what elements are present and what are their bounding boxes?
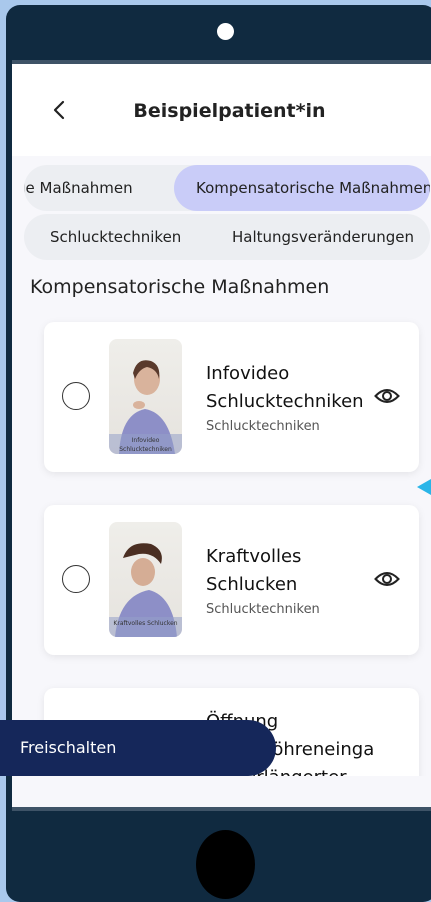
filter-chip-vorbereitende[interactable]: de Maßnahmen bbox=[24, 165, 166, 211]
filter-chip-label: Haltungsveränderungen bbox=[232, 228, 415, 246]
filter-chip-label: Schlucktechniken bbox=[50, 228, 182, 246]
filter-row-1[interactable]: de Maßnahmen Kompensatorische Maßnahmen bbox=[24, 165, 430, 211]
filter-row-2[interactable]: Schlucktechniken Haltungsveränderungen bbox=[24, 214, 430, 260]
app-header: Beispielpatient*in bbox=[12, 64, 431, 156]
card-title-line: Schlucken bbox=[206, 574, 298, 595]
filter-chip-haltungsveraenderungen[interactable]: Haltungsveränderungen bbox=[232, 214, 414, 260]
filter-chip-kompensatorische[interactable]: Kompensatorische Maßnahmen bbox=[174, 165, 430, 211]
exercise-card[interactable]: Infovideo Schlucktechniken Infovideo Sch… bbox=[44, 322, 419, 472]
eye-icon[interactable] bbox=[374, 569, 400, 589]
page-title: Beispielpatient*in bbox=[133, 100, 326, 122]
card-title: Kraftvolles Schlucken bbox=[206, 543, 376, 599]
filter-chip-schlucktechniken[interactable]: Schlucktechniken bbox=[50, 214, 181, 260]
select-radio[interactable] bbox=[62, 382, 90, 410]
card-title-line: Schlucktechniken bbox=[206, 391, 364, 412]
video-thumbnail[interactable]: Kraftvolles Schlucken bbox=[109, 522, 182, 637]
app-screen: Beispielpatient*in de Maßnahmen Kompensa… bbox=[12, 60, 431, 811]
camera-dot bbox=[217, 23, 234, 40]
card-title-line: Kraftvolles bbox=[206, 546, 302, 567]
section-title: Kompensatorische Maßnahmen bbox=[30, 276, 330, 298]
arrow-left-icon bbox=[417, 479, 431, 495]
filter-chip-label: de Maßnahmen bbox=[24, 179, 133, 197]
eye-icon[interactable] bbox=[374, 386, 400, 406]
card-category: Schlucktechniken bbox=[206, 602, 320, 617]
card-title: Infovideo Schlucktechniken bbox=[206, 360, 376, 416]
select-radio[interactable] bbox=[62, 565, 90, 593]
unlock-button[interactable]: Freischalten bbox=[0, 720, 276, 776]
video-thumbnail[interactable]: Infovideo Schlucktechniken bbox=[109, 339, 182, 454]
card-title-line: Infovideo bbox=[206, 363, 290, 384]
bottom-bar bbox=[12, 776, 431, 807]
exercise-card[interactable]: Kraftvolles Schlucken Kraftvolles Schluc… bbox=[44, 505, 419, 655]
home-button[interactable] bbox=[196, 830, 255, 899]
thumbnail-caption: Infovideo Schlucktechniken bbox=[109, 434, 182, 454]
filter-chip-label: Kompensatorische Maßnahmen bbox=[196, 179, 430, 197]
card-category: Schlucktechniken bbox=[206, 419, 320, 434]
thumbnail-caption: Kraftvolles Schlucken bbox=[109, 617, 182, 637]
